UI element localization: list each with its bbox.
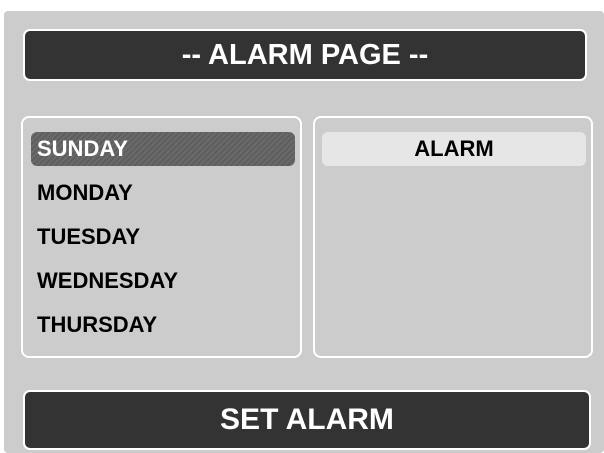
page-title-text: -- ALARM PAGE -- xyxy=(181,38,429,71)
day-item-sunday[interactable]: SUNDAY xyxy=(31,132,295,166)
set-alarm-button[interactable]: SET ALARM xyxy=(23,390,591,450)
day-item-label: THURSDAY xyxy=(37,312,158,337)
alarm-header-label: ALARM xyxy=(414,136,494,161)
day-item-label: WEDNESDAY xyxy=(37,268,178,293)
day-item-label: SUNDAY xyxy=(37,136,128,161)
day-item-wednesday[interactable]: WEDNESDAY xyxy=(31,264,295,298)
day-item-tuesday[interactable]: TUESDAY xyxy=(31,220,295,254)
set-alarm-label: SET ALARM xyxy=(220,403,394,436)
page-title: -- ALARM PAGE -- xyxy=(23,29,587,81)
alarm-list-header: ALARM xyxy=(322,132,586,166)
day-item-label: TUESDAY xyxy=(37,224,141,249)
day-item-label: MONDAY xyxy=(37,180,133,205)
day-list: SUNDAY MONDAY TUESDAY WEDNESDAY THURSDAY xyxy=(21,116,302,358)
day-item-thursday[interactable]: THURSDAY xyxy=(31,308,295,342)
alarm-panel: ALARM xyxy=(313,116,593,358)
alarm-screen: -- ALARM PAGE -- SUNDAY MONDAY TUESDAY W… xyxy=(4,11,604,453)
day-item-monday[interactable]: MONDAY xyxy=(31,176,295,210)
